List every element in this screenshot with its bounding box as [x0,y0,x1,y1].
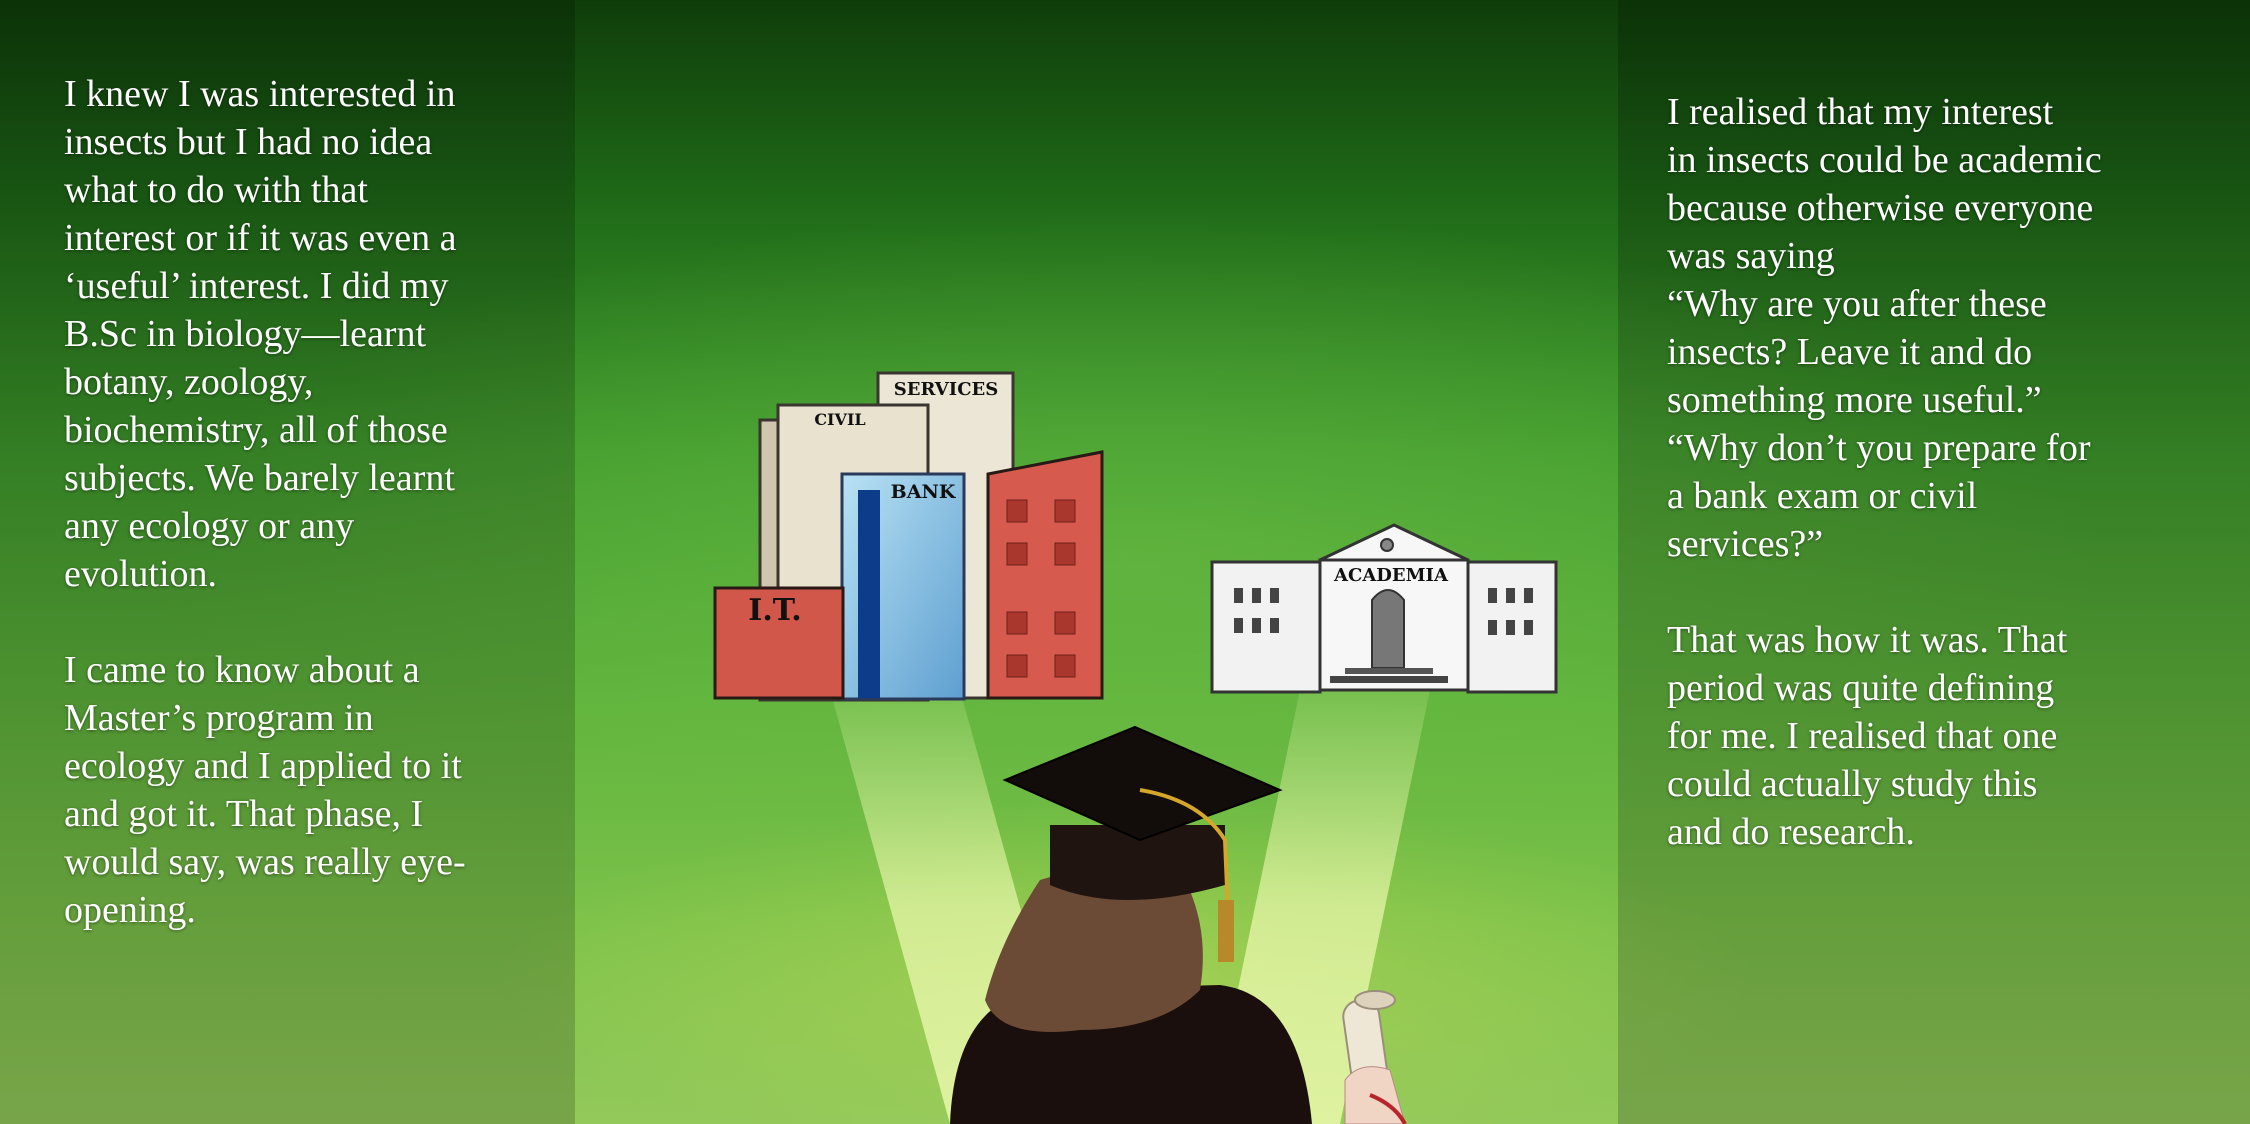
academia-building-group: ACADEMIA [1210,523,1558,694]
tower-building [986,450,1104,700]
left-story-text: I knew I was interested in insects but I… [64,70,544,982]
right-paragraph-1: I realised that my interest in insects c… [1667,91,2102,565]
mortarboard-cap [1002,725,1283,842]
it-label: I.T. [748,593,801,628]
bank-label: BANK [891,481,957,503]
civil-label: CIVIL [814,410,865,429]
right-paragraph-2: That was how it was. That period was qui… [1667,619,2068,853]
career-choice-illustration: SERVICES CIVIL BANK I.T. ACADEMIA [713,371,1558,1124]
academia-label: ACADEMIA [1333,565,1449,586]
left-paragraph-1: I knew I was interested in insects but I… [64,73,457,595]
corporate-buildings-group: SERVICES CIVIL BANK I.T. [713,371,1104,702]
left-paragraph-2: I came to know about a Master’s program … [64,649,466,931]
right-story-text: I realised that my interest in insects c… [1667,88,2207,904]
diploma-scroll-icon [1342,990,1407,1124]
services-label: SERVICES [894,379,998,400]
